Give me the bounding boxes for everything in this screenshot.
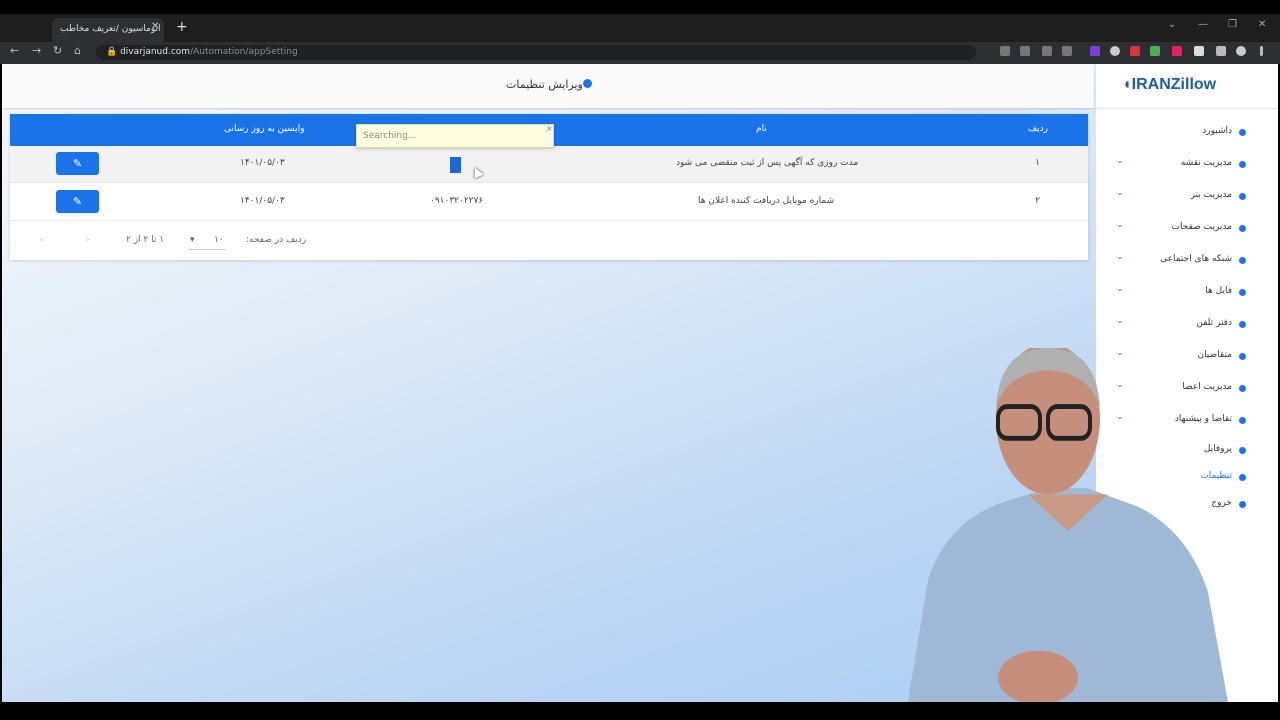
arrow-left-icon[interactable]: ← xyxy=(10,44,19,57)
searching-tooltip: Searching... xyxy=(356,124,554,148)
profile-avatar-icon[interactable] xyxy=(1236,46,1246,56)
tooltip-text: Searching... xyxy=(363,131,417,141)
pagination: ‹ › ۱ تا ۲ از ۲ ▾ ۱۰ ردیف در صفحه: xyxy=(10,226,1088,256)
chevron-left-icon[interactable]: ‹ xyxy=(40,235,44,245)
key-icon[interactable] xyxy=(1020,46,1030,56)
rows-per-page-value: ۱۰ xyxy=(214,235,224,245)
row-name: شماره موبایل دریافت کننده اعلان ها xyxy=(698,196,835,206)
row-index: ۱ xyxy=(1035,158,1040,168)
sidebar-item-label: مدیریت نقشه xyxy=(1180,158,1232,168)
edit-icon: ✎ xyxy=(72,157,83,170)
edit-button[interactable]: ✎ xyxy=(56,190,99,213)
divider xyxy=(1096,108,1278,109)
screen: اتوماسیون /تعریف مخاطب ✕ + ⌄ — ❐ ✕ ← → ↻… xyxy=(0,0,1280,720)
column-header-name: نام xyxy=(756,124,767,134)
puzzle-icon[interactable] xyxy=(1194,46,1204,56)
presenter-video-overlay xyxy=(908,348,1228,702)
table-row: ۲ شماره موبایل دریافت کننده اعلان ها ۰۹۱… xyxy=(10,184,1088,221)
sidebar-item-files[interactable]: فایل ها ⌄ xyxy=(1096,284,1278,304)
bullet-icon xyxy=(1239,321,1246,328)
home-icon[interactable]: ⌂ xyxy=(74,44,81,57)
sidebar-item-label: فایل ها xyxy=(1205,286,1232,296)
row-name: مدت روزی که آگهی پس از ثبت منقضی می شود xyxy=(676,158,859,168)
sidebar-item-label: مدیریت بنر xyxy=(1190,190,1232,200)
screen-bottom-bar xyxy=(0,702,1280,720)
location-icon[interactable] xyxy=(1000,46,1010,56)
lock-icon: 🔒 xyxy=(106,47,121,57)
bullet-icon xyxy=(1239,193,1246,200)
sidepanel-icon[interactable] xyxy=(1216,46,1226,56)
tab-close-icon[interactable]: ✕ xyxy=(151,21,159,32)
page-range: ۱ تا ۲ از ۲ xyxy=(126,235,165,245)
sidebar-item-label: دفتر تلفن xyxy=(1196,318,1232,328)
edit-icon: ✎ xyxy=(72,195,83,208)
page-title: ویرایش تنظیمات xyxy=(506,78,583,91)
extension-icon[interactable] xyxy=(1110,46,1120,56)
logo-text: IRANZillow xyxy=(1131,76,1217,93)
selected-text-highlight xyxy=(450,157,461,173)
row-updated: ۱۴۰۱/۰۵/۰۳ xyxy=(240,158,285,168)
window-close-icon[interactable]: ✕ xyxy=(1258,19,1266,30)
maximize-icon[interactable]: ❐ xyxy=(1228,19,1237,30)
bullet-icon xyxy=(1239,129,1246,136)
chevron-right-icon[interactable]: › xyxy=(86,235,90,245)
bullet-icon xyxy=(1239,289,1246,296)
dropdown-arrow-icon: ▾ xyxy=(190,235,195,245)
sidebar-item-banner[interactable]: مدیریت بنر ⌄ xyxy=(1096,188,1278,208)
web-page: ویرایش تنظیمات ◖IRANZillow داشبورد مدیری… xyxy=(2,64,1278,702)
reload-icon[interactable]: ↻ xyxy=(53,44,62,57)
url-path: /Automation/appSetting xyxy=(190,47,298,57)
rows-per-page-select[interactable]: ▾ ۱۰ xyxy=(188,232,226,250)
chevron-down-icon: ⌄ xyxy=(1116,316,1124,326)
sidebar-item-social[interactable]: شبکه های اجتماعی ⌄ xyxy=(1096,252,1278,272)
chevron-down-icon: ⌄ xyxy=(1116,156,1124,166)
rows-per-page-label: ردیف در صفحه: xyxy=(246,235,307,245)
url-host: divarjanud.com xyxy=(120,47,191,57)
chevron-down-icon: ⌄ xyxy=(1116,188,1124,198)
bullet-icon xyxy=(1239,257,1246,264)
bullet-icon xyxy=(1239,225,1246,232)
browser-tab-bar: اتوماسیون /تعریف مخاطب xyxy=(0,14,1280,42)
sidebar-item-pages[interactable]: مدیریت صفحات ⌄ xyxy=(1096,220,1278,240)
extension-icon[interactable] xyxy=(1150,46,1160,56)
bullet-icon xyxy=(1239,161,1246,168)
tab-title: اتوماسیون /تعریف مخاطب xyxy=(60,24,161,34)
menu-icon[interactable] xyxy=(1260,46,1263,56)
sidebar-item-phonebook[interactable]: دفتر تلفن ⌄ xyxy=(1096,316,1278,336)
sidebar-item-label: شبکه های اجتماعی xyxy=(1160,254,1232,264)
logo[interactable]: ◖IRANZillow xyxy=(1122,76,1216,94)
row-updated: ۱۴۰۱/۰۵/۰۳ xyxy=(240,196,285,206)
sidebar-item-map[interactable]: مدیریت نقشه ⌄ xyxy=(1096,156,1278,176)
sidebar-item-dashboard[interactable]: داشبورد xyxy=(1096,124,1278,144)
table-row: ۱ مدت روزی که آگهی پس از ثبت منقضی می شو… xyxy=(10,146,1088,183)
extension-icon[interactable] xyxy=(1130,46,1140,56)
logo-icon: ◖ xyxy=(1122,76,1132,93)
chevron-down-icon: ⌄ xyxy=(1116,252,1124,262)
column-header-index: ردیف xyxy=(1027,124,1048,134)
minimize-icon[interactable]: — xyxy=(1198,19,1208,30)
tooltip-close-icon[interactable]: × xyxy=(546,124,553,133)
chevron-down-icon: ⌄ xyxy=(1116,284,1124,294)
tab-search-icon[interactable]: ⌄ xyxy=(1168,19,1176,30)
extension-icon[interactable] xyxy=(1090,46,1100,56)
sidebar-item-label: داشبورد xyxy=(1202,126,1232,136)
browser-tab[interactable]: اتوماسیون /تعریف مخاطب xyxy=(52,18,164,42)
row-value: ۰۹۱۰۳۲۰۲۲۷۶ xyxy=(430,196,484,206)
edit-button[interactable]: ✎ xyxy=(56,152,99,175)
extension-icon[interactable] xyxy=(1172,46,1182,56)
page-header: ویرایش تنظیمات xyxy=(2,64,1094,108)
column-header-updated: وایسین به روز رسانی xyxy=(224,124,305,134)
star-icon[interactable] xyxy=(1062,46,1072,56)
row-index: ۲ xyxy=(1035,196,1040,206)
address-bar[interactable]: 🔒 divarjanud.com/Automation/appSetting xyxy=(96,45,976,60)
arrow-right-icon[interactable]: → xyxy=(32,44,41,57)
new-tab-icon[interactable]: + xyxy=(176,19,188,35)
sidebar-item-label: مدیریت صفحات xyxy=(1171,222,1232,232)
chevron-down-icon: ⌄ xyxy=(1116,220,1124,230)
title-dot-icon xyxy=(583,79,592,88)
share-icon[interactable] xyxy=(1042,46,1052,56)
